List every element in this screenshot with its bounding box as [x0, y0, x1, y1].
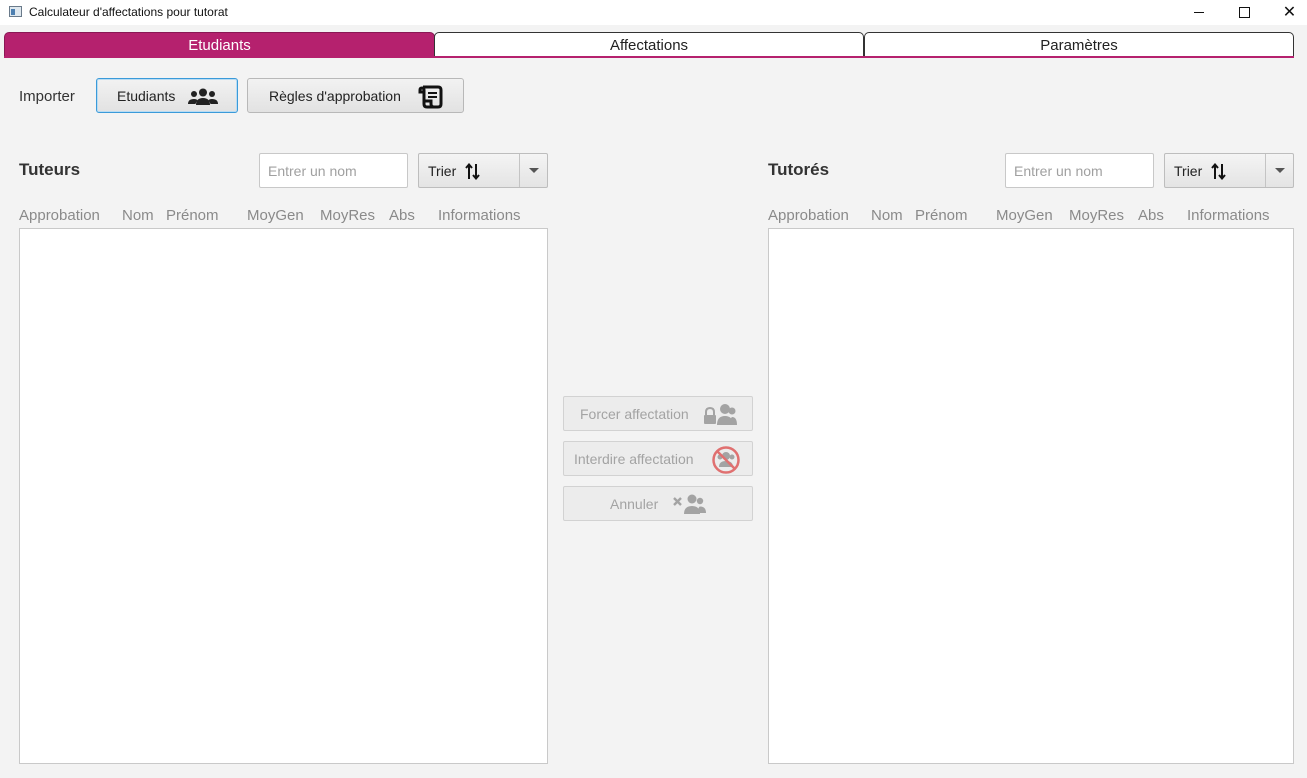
import-label: Importer	[19, 88, 75, 105]
tab-parametres[interactable]: Paramètres	[864, 32, 1294, 57]
tutored-col-informations[interactable]: Informations	[1187, 207, 1270, 224]
tutors-col-nom[interactable]: Nom	[122, 207, 154, 224]
forbid-assignment-label: Interdire affectation	[574, 451, 694, 467]
users-icon	[188, 88, 218, 105]
scroll-icon	[418, 85, 443, 109]
minimize-button[interactable]	[1176, 0, 1221, 25]
users-remove-icon	[673, 494, 706, 514]
force-assignment-label: Forcer affectation	[580, 406, 689, 422]
import-students-button[interactable]: Etudiants	[96, 78, 238, 113]
users-forbidden-icon	[712, 446, 740, 474]
cancel-assignment-label: Annuler	[610, 496, 659, 512]
sort-arrows-icon	[1211, 163, 1226, 180]
maximize-icon	[1239, 7, 1250, 18]
users-lock-icon	[704, 404, 737, 425]
tutors-col-moyres[interactable]: MoyRes	[320, 207, 375, 224]
close-icon: ✕	[1282, 3, 1297, 21]
tutored-col-approbation[interactable]: Approbation	[768, 207, 849, 224]
tutored-search-input[interactable]	[1005, 153, 1154, 188]
tab-underline	[4, 56, 1294, 58]
tutors-search-input[interactable]	[259, 153, 408, 188]
sort-divider	[519, 154, 520, 187]
tutored-col-abs[interactable]: Abs	[1138, 207, 1164, 224]
chevron-down-icon[interactable]	[1275, 168, 1285, 173]
forbid-assignment-button[interactable]: Interdire affectation	[563, 441, 753, 476]
tutors-list[interactable]	[19, 228, 548, 764]
app-icon	[9, 6, 22, 17]
tutored-title: Tutorés	[768, 160, 830, 179]
close-button[interactable]: ✕	[1267, 0, 1307, 25]
tutored-col-moyres[interactable]: MoyRes	[1069, 207, 1124, 224]
tab-etudiants[interactable]: Etudiants	[4, 32, 435, 57]
force-assignment-button[interactable]: Forcer affectation	[563, 396, 753, 431]
title-bar: Calculateur d'affectations pour tutorat …	[0, 0, 1307, 25]
cancel-assignment-button[interactable]: Annuler	[563, 486, 753, 521]
tutored-col-prenom[interactable]: Prénom	[915, 207, 968, 224]
tutored-col-moygen[interactable]: MoyGen	[996, 207, 1053, 224]
tutored-list[interactable]	[768, 228, 1294, 764]
maximize-button[interactable]	[1222, 0, 1267, 25]
tutors-col-informations[interactable]: Informations	[438, 207, 521, 224]
tutors-col-prenom[interactable]: Prénom	[166, 207, 219, 224]
tutors-col-moygen[interactable]: MoyGen	[247, 207, 304, 224]
tutored-col-nom[interactable]: Nom	[871, 207, 903, 224]
sort-divider	[1265, 154, 1266, 187]
tutors-col-approbation[interactable]: Approbation	[19, 207, 100, 224]
tutors-col-abs[interactable]: Abs	[389, 207, 415, 224]
tutors-title: Tuteurs	[19, 160, 81, 179]
import-rules-button[interactable]: Règles d'approbation	[247, 78, 464, 113]
tutors-sort-dropdown[interactable]: Trier	[418, 153, 548, 188]
sort-arrows-icon	[465, 163, 480, 180]
tutors-sort-label: Trier	[428, 163, 457, 179]
chevron-down-icon[interactable]	[529, 168, 539, 173]
tutored-sort-label: Trier	[1174, 163, 1203, 179]
minimize-icon	[1193, 12, 1204, 13]
import-students-label: Etudiants	[117, 87, 176, 104]
import-rules-label: Règles d'approbation	[269, 87, 401, 104]
window-title: Calculateur d'affectations pour tutorat	[29, 5, 228, 19]
tutored-sort-dropdown[interactable]: Trier	[1164, 153, 1294, 188]
tab-affectations[interactable]: Affectations	[434, 32, 864, 57]
